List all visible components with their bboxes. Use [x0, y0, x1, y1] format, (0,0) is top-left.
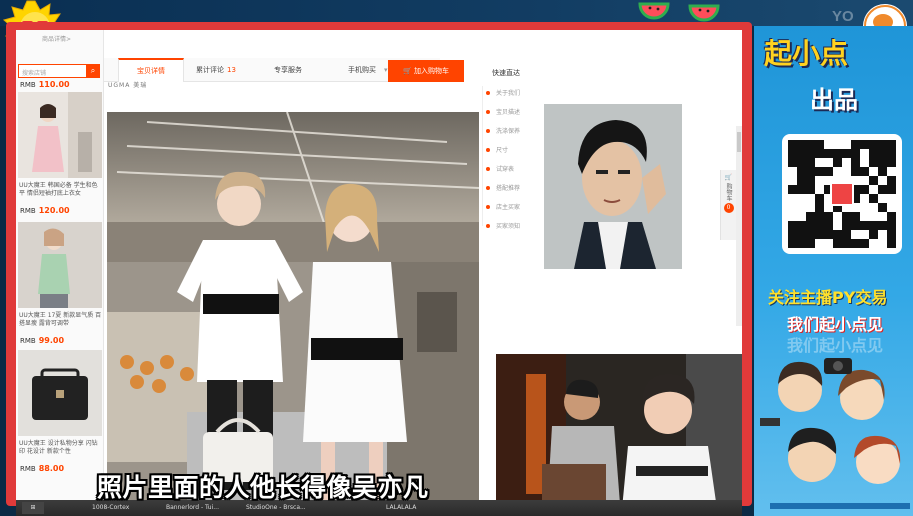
cartoon-reporters-icon: [760, 358, 910, 509]
add-to-cart-button[interactable]: 🛒 加入购物车: [388, 60, 464, 82]
sidebar-item-desc[interactable]: UU大魔王 17夏 新款显气质 百搭显瘦 露背可调带: [19, 312, 103, 328]
breadcrumb[interactable]: 商品详情>: [42, 34, 71, 43]
shop-sidebar: 商品详情> 搜索店铺 ⌕ RMB 110.00 UU大魔王 韩国必备 学生和色平 …: [16, 30, 104, 500]
cart-icon: 🛒: [403, 67, 414, 75]
sidebar-item-desc[interactable]: UU大魔王 韩国必备 学生和色平 情侣短袖打底上衣女: [19, 182, 103, 198]
qr-center-logo-icon: [830, 182, 854, 206]
sidebar-item-price: RMB 99.00: [20, 336, 65, 345]
start-icon[interactable]: ⊞: [22, 502, 44, 514]
shop-search-input[interactable]: 搜索店铺: [18, 64, 88, 78]
tab-reviews[interactable]: 累计评论 13: [196, 58, 266, 82]
promo-follow-text: 关注主播PY交易: [768, 288, 888, 307]
tab-service[interactable]: 专享服务: [274, 58, 334, 82]
brand-strip: UGMA 美瑞: [108, 82, 148, 89]
quick-nav-title: 快速直达: [492, 69, 520, 77]
sidebar-item-price: RMB 110.00: [20, 80, 70, 89]
qr-code-icon: [782, 134, 902, 254]
tab-item-detail[interactable]: 宝贝详情: [118, 58, 184, 82]
cart-rail-label: 购物车: [725, 183, 732, 201]
sidebar-item-price: RMB 88.00: [20, 464, 65, 473]
sidebar-item-image[interactable]: [18, 222, 102, 308]
overlay-watermark: YO: [832, 8, 854, 25]
magnifier-icon[interactable]: ⌕: [86, 64, 100, 78]
sidebar-item-image[interactable]: [18, 92, 102, 178]
browser-screen: 商品详情> 搜索店铺 ⌕ RMB 110.00 UU大魔王 韩国必备 学生和色平 …: [16, 30, 742, 500]
cart-icon: 🛒: [724, 174, 733, 181]
streamer-webcam: [496, 354, 742, 500]
stream-subtitle: 照片里面的人他长得像吴亦凡: [97, 473, 429, 502]
sidebar-item-price: RMB 120.00: [20, 206, 70, 215]
cart-count-badge: 0: [723, 203, 734, 213]
promo-subtitle: 出品: [810, 86, 858, 114]
celebrity-photo: [544, 104, 682, 269]
sidebar-item-desc[interactable]: UU大魔王 设计私物分享 闪钻印 花设计 新款个性: [19, 440, 103, 456]
product-photo: [107, 112, 479, 500]
page-scrollbar[interactable]: [736, 126, 742, 326]
sidebar-item-image[interactable]: [18, 350, 102, 436]
floating-cart-rail[interactable]: 🛒 购物车 0: [720, 170, 736, 240]
promo-title: 起小点: [764, 37, 849, 70]
